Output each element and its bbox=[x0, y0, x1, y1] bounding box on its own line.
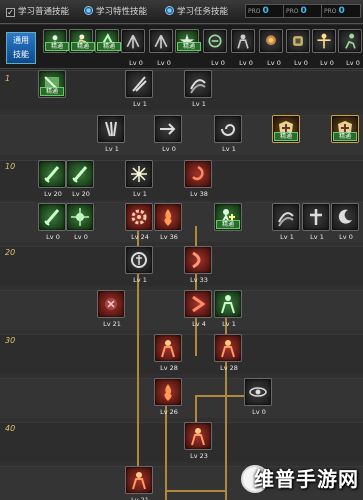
skill-level: Lv 1 bbox=[133, 276, 147, 284]
level-row-label: 1 bbox=[5, 74, 11, 83]
skill-slot[interactable]: Lv 28 bbox=[154, 334, 182, 372]
skill-level: Lv 33 bbox=[190, 276, 208, 284]
skill-slot[interactable]: Lv 1 bbox=[272, 203, 300, 241]
tab-learn-trait-skills[interactable]: 学习特性技能 bbox=[84, 5, 147, 19]
skill-slot[interactable]: Lv 0 bbox=[338, 29, 362, 67]
skill-level: Lv 0 bbox=[346, 59, 360, 67]
skill-slot[interactable]: Lv 0 bbox=[154, 115, 182, 153]
skill-slot[interactable]: Lv 0 bbox=[203, 29, 227, 67]
points-counter: PRO 0 bbox=[321, 4, 361, 18]
tree-connector bbox=[195, 395, 197, 425]
mastery-badge: 精通 bbox=[216, 220, 240, 229]
skill-level: Lv 1 bbox=[192, 100, 206, 108]
skill-slot[interactable]: Lv 0 bbox=[121, 29, 145, 67]
skill-slot[interactable]: Lv 0 bbox=[244, 378, 272, 416]
tab-learn-normal-skills[interactable]: ✓ 学习普通技能 bbox=[6, 5, 69, 19]
skill-slot[interactable]: 精通 bbox=[214, 203, 242, 231]
top-bar: ✓ 学习普通技能 学习特性技能 学习任务技能 PRO 0 PRO 0 PRO 0 bbox=[0, 0, 363, 24]
watermark-text: 维普手游网 bbox=[254, 467, 359, 491]
level-row-label: 30 bbox=[5, 336, 16, 345]
mastery-badge: 精通 bbox=[71, 42, 95, 51]
skill-level: Lv 36 bbox=[160, 233, 178, 241]
common-skills-bar: 通用 技能 精通 精通 精通 Lv 0 Lv 0 精通 Lv 0 Lv 0 Lv 0 Lv 0 Lv… bbox=[0, 25, 363, 69]
watermark: 维普手游网 bbox=[233, 454, 361, 498]
skill-level: Lv 38 bbox=[190, 190, 208, 198]
skill-slot[interactable]: Lv 4 bbox=[184, 290, 212, 328]
skill-level: Lv 0 bbox=[339, 233, 353, 241]
skill-slot[interactable]: Lv 0 bbox=[66, 203, 94, 241]
skill-slot[interactable]: Lv 36 bbox=[154, 203, 182, 241]
skill-slot[interactable]: Lv 24 bbox=[125, 203, 153, 241]
skill-slot[interactable]: Lv 26 bbox=[154, 378, 182, 416]
skill-slot[interactable]: Lv 1 bbox=[97, 115, 125, 153]
skill-slot[interactable]: Lv 38 bbox=[184, 160, 212, 198]
radio-icon bbox=[84, 6, 93, 15]
mastery-badge: 精通 bbox=[97, 42, 121, 51]
skill-slot[interactable]: Lv 1 bbox=[125, 246, 153, 284]
skill-slot[interactable]: Lv 20 bbox=[66, 160, 94, 198]
skill-level: Lv 1 bbox=[280, 233, 294, 241]
mastery-badge: 精通 bbox=[40, 87, 64, 96]
skill-slot[interactable]: Lv 21 bbox=[125, 466, 153, 500]
skill-level: Lv 1 bbox=[133, 190, 147, 198]
skill-level: Lv 20 bbox=[72, 190, 90, 198]
skill-level: Lv 0 bbox=[162, 145, 176, 153]
skill-level: Lv 23 bbox=[190, 452, 208, 460]
skill-slot[interactable]: Lv 0 bbox=[286, 29, 310, 67]
skill-slot[interactable]: 精通 bbox=[43, 29, 69, 53]
skill-slot[interactable]: Lv 1 bbox=[125, 70, 153, 108]
tab-learn-quest-skills[interactable]: 学习任务技能 bbox=[165, 5, 228, 19]
tree-connector bbox=[165, 490, 225, 492]
skill-level: Lv 1 bbox=[222, 145, 236, 153]
skill-slot[interactable]: Lv 21 bbox=[97, 290, 125, 328]
skill-level: Lv 21 bbox=[131, 496, 149, 500]
tree-connector bbox=[165, 390, 167, 500]
skill-level: Lv 0 bbox=[252, 408, 266, 416]
skill-slot[interactable]: 精通 bbox=[38, 70, 66, 98]
skill-slot[interactable]: Lv 0 bbox=[331, 203, 359, 241]
skill-slot[interactable]: Lv 0 bbox=[149, 29, 173, 67]
mastery-badge: 精通 bbox=[274, 132, 298, 141]
skill-slot[interactable]: 精通 bbox=[69, 29, 95, 53]
skill-level: Lv 21 bbox=[103, 320, 121, 328]
common-skills-label: 通用 技能 bbox=[6, 32, 36, 64]
skill-level: Lv 1 bbox=[105, 145, 119, 153]
skill-slot[interactable]: Lv 0 bbox=[231, 29, 255, 67]
skill-slot[interactable]: Lv 1 bbox=[184, 70, 212, 108]
level-row-label: 40 bbox=[5, 424, 16, 433]
skill-level: Lv 28 bbox=[220, 364, 238, 372]
skill-slot[interactable]: Lv 20 bbox=[38, 160, 66, 198]
radio-icon bbox=[165, 6, 174, 15]
level-row-label: 20 bbox=[5, 248, 16, 257]
skill-slot[interactable]: Lv 33 bbox=[184, 246, 212, 284]
skill-slot[interactable]: 精通 bbox=[272, 115, 300, 143]
checkbox-icon: ✓ bbox=[6, 8, 15, 17]
skill-slot[interactable]: 精通 bbox=[95, 29, 121, 53]
skill-slot[interactable]: Lv 0 bbox=[38, 203, 66, 241]
mastery-badge: 精通 bbox=[45, 42, 69, 51]
level-row-label: 10 bbox=[5, 162, 16, 171]
skill-slot[interactable]: Lv 0 bbox=[259, 29, 283, 67]
skill-level: Lv 26 bbox=[160, 408, 178, 416]
skill-slot[interactable]: Lv 1 bbox=[214, 290, 242, 328]
skill-tree: 1 10 20 30 40 精通 Lv 1 Lv 1 Lv 1 Lv 0 Lv 1 精通 精通… bbox=[0, 70, 363, 500]
skill-slot[interactable]: Lv 23 bbox=[184, 422, 212, 460]
skill-level: Lv 1 bbox=[133, 100, 147, 108]
skill-slot[interactable]: Lv 28 bbox=[214, 334, 242, 372]
skill-slot[interactable]: Lv 1 bbox=[302, 203, 330, 241]
skill-level: Lv 1 bbox=[222, 320, 236, 328]
skill-level: Lv 4 bbox=[192, 320, 206, 328]
skill-slot[interactable]: Lv 1 bbox=[214, 115, 242, 153]
skill-slot[interactable]: Lv 1 bbox=[125, 160, 153, 198]
skill-slot[interactable]: Lv 0 bbox=[312, 29, 336, 67]
mastery-badge: 精通 bbox=[333, 132, 357, 141]
skill-level: Lv 0 bbox=[74, 233, 88, 241]
mastery-badge: 精通 bbox=[177, 42, 201, 51]
skill-level: Lv 0 bbox=[157, 59, 171, 67]
skill-slot[interactable]: 精通 bbox=[175, 29, 201, 53]
skill-slot[interactable]: 精通 bbox=[331, 115, 359, 143]
skill-level: Lv 28 bbox=[160, 364, 178, 372]
